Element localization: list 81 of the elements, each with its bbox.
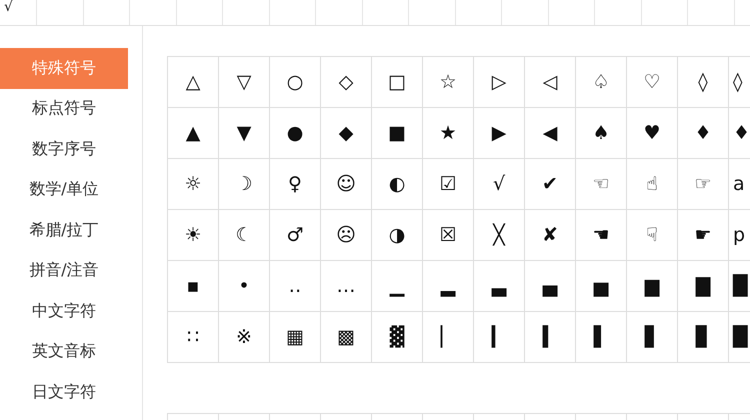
symbol-cell[interactable]: ☝ (627, 159, 678, 210)
symbol-cell[interactable]: ▊ (678, 312, 729, 363)
symbol-cell[interactable]: ☽ (219, 159, 270, 210)
symbol-cell[interactable]: ▁ (372, 261, 423, 312)
symbol-cell[interactable]: ◊ (729, 57, 750, 108)
symbol-cell[interactable]: ☞ (678, 159, 729, 210)
symbol-cell[interactable]: ◐ (372, 159, 423, 210)
symbol-cell[interactable]: ✔ (525, 159, 576, 210)
symbol-cell[interactable]: ★ (423, 108, 474, 159)
symbol-cell[interactable]: ‥ (270, 261, 321, 312)
symbol-cell[interactable]: ♤ (576, 57, 627, 108)
symbol-cell[interactable]: ♡ (627, 57, 678, 108)
category-tab[interactable]: 数字序号 (0, 129, 128, 170)
symbol-cell[interactable]: ▌ (576, 312, 627, 363)
symbol-cell[interactable]: ☺ (321, 159, 372, 210)
symbol-cell[interactable]: ◊ (678, 57, 729, 108)
symbol-cell[interactable]: ▎ (474, 312, 525, 363)
category-tab[interactable]: 希腊/拉丁 (0, 210, 128, 250)
symbol-cell[interactable]: ▄ (525, 261, 576, 312)
symbol-cell[interactable]: ▅ (576, 261, 627, 312)
symbol-cell[interactable]: ○ (270, 57, 321, 108)
symbol-cell[interactable]: p (729, 210, 750, 261)
symbol-cell[interactable]: √ (474, 159, 525, 210)
symbol-cell[interactable]: ※ (219, 312, 270, 363)
symbol-cell[interactable]: ▆ (627, 261, 678, 312)
symbol-cell[interactable]: ☟ (627, 210, 678, 261)
symbol-cell[interactable]: █ (729, 312, 750, 363)
symbol-cell[interactable]: ▩ (321, 312, 372, 363)
symbol-cell[interactable]: ☒ (423, 210, 474, 261)
symbol-cell[interactable]: ◑ (372, 210, 423, 261)
symbol-cell[interactable]: ▦ (270, 312, 321, 363)
category-tab[interactable]: 拼音/注音 (0, 250, 128, 291)
symbol-cell[interactable]: ▍ (525, 312, 576, 363)
symbol-cell[interactable]: ♦ (678, 108, 729, 159)
symbol-cell[interactable]: ♀ (270, 159, 321, 210)
symbol-cell[interactable]: ♂ (270, 210, 321, 261)
symbol-cell[interactable]: a (729, 159, 750, 210)
symbol-cell[interactable]: ☀ (168, 210, 219, 261)
symbol-cell[interactable]: ■ (372, 108, 423, 159)
symbol-cell[interactable]: ✘ (525, 210, 576, 261)
symbol-cell[interactable]: ☹ (321, 210, 372, 261)
symbol-cell[interactable]: ◀ (525, 108, 576, 159)
category-tab[interactable]: 日文字符 (0, 372, 128, 412)
symbol-cell[interactable]: √ (0, 0, 36, 25)
symbol-cell[interactable]: █ (729, 261, 750, 312)
symbol-cell[interactable]: ▋ (627, 312, 678, 363)
symbol-cell[interactable]: ╳ (474, 210, 525, 261)
symbol-cell[interactable]: ∷ (168, 312, 219, 363)
symbol-cell[interactable]: ▃ (474, 261, 525, 312)
symbol-cell[interactable]: ☜ (576, 159, 627, 210)
category-tab[interactable]: 数学/单位 (0, 170, 128, 210)
symbol-cell[interactable]: ♠ (576, 108, 627, 159)
symbol-cell[interactable]: ▂ (423, 261, 474, 312)
symbol-cell[interactable]: ▲ (168, 108, 219, 159)
symbol-cell[interactable]: ☛ (678, 210, 729, 261)
symbol-cell[interactable]: ♦ (729, 108, 750, 159)
symbol-cell[interactable]: ♥ (627, 108, 678, 159)
symbol-cell[interactable]: ☾ (219, 210, 270, 261)
symbol-cell[interactable]: ◆ (321, 108, 372, 159)
symbol-cell[interactable]: ◇ (321, 57, 372, 108)
symbol-cell[interactable]: ▶ (474, 108, 525, 159)
symbol-cell[interactable]: ☼ (168, 159, 219, 210)
symbol-cell[interactable]: ▪ (168, 261, 219, 312)
symbol-cell[interactable]: ● (270, 108, 321, 159)
symbol-cell[interactable]: ▽ (219, 57, 270, 108)
symbol-cell[interactable]: △ (168, 57, 219, 108)
symbol-cell[interactable]: □ (372, 57, 423, 108)
symbol-cell[interactable]: … (321, 261, 372, 312)
symbol-cell[interactable]: ☑ (423, 159, 474, 210)
symbol-cell[interactable]: ▏ (423, 312, 474, 363)
symbol-cell[interactable]: ☆ (423, 57, 474, 108)
symbol-cell[interactable]: ◁ (525, 57, 576, 108)
category-tab[interactable]: 标点符号 (0, 88, 128, 129)
symbol-cell[interactable]: ▓ (372, 312, 423, 363)
category-tab[interactable]: 中文字符 (0, 291, 128, 332)
symbol-cell[interactable]: ▷ (474, 57, 525, 108)
symbol-cell[interactable]: ▼ (219, 108, 270, 159)
category-tab[interactable]: 英文音标 (0, 332, 128, 372)
symbol-cell[interactable]: ☚ (576, 210, 627, 261)
symbol-cell[interactable]: • (219, 261, 270, 312)
symbol-cell[interactable]: ▇ (678, 261, 729, 312)
